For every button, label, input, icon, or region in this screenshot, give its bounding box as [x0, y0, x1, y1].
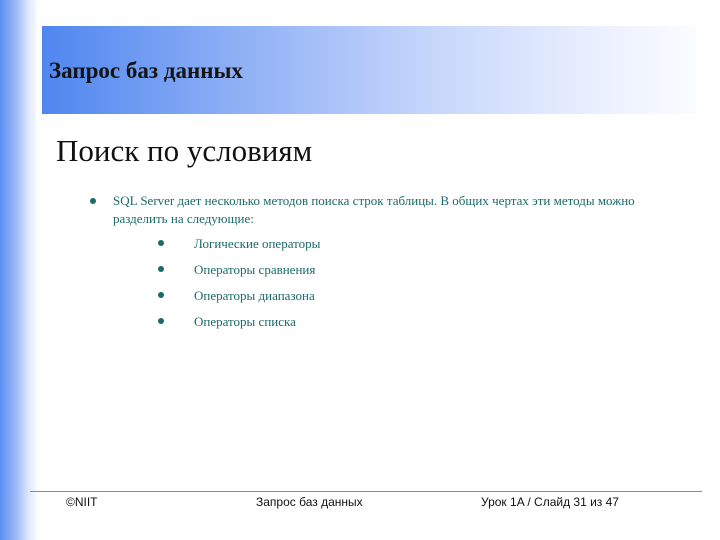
header-title: Запрос баз данных [49, 58, 243, 83]
list-item: Логические операторы [194, 236, 321, 251]
list-item: Операторы списка [194, 314, 296, 329]
bullet-icon [158, 240, 164, 246]
bullet-icon [158, 266, 164, 272]
footer-divider [30, 491, 702, 492]
footer-course: Запрос баз данных [256, 495, 363, 509]
intro-text: SQL Server дает несколько методов поиска… [113, 193, 635, 226]
list-item: Операторы диапазона [194, 288, 315, 303]
left-decor-bar [0, 0, 36, 540]
bullet-icon [158, 318, 164, 324]
bullet-icon [90, 198, 96, 204]
footer-slide-position: Урок 1A / Слайд 31 из 47 [481, 495, 619, 509]
bullet-icon [158, 292, 164, 298]
slide-title: Поиск по условиям [56, 133, 313, 168]
list-item: Операторы сравнения [194, 262, 316, 277]
footer-copyright: ©NIIT [66, 495, 98, 509]
